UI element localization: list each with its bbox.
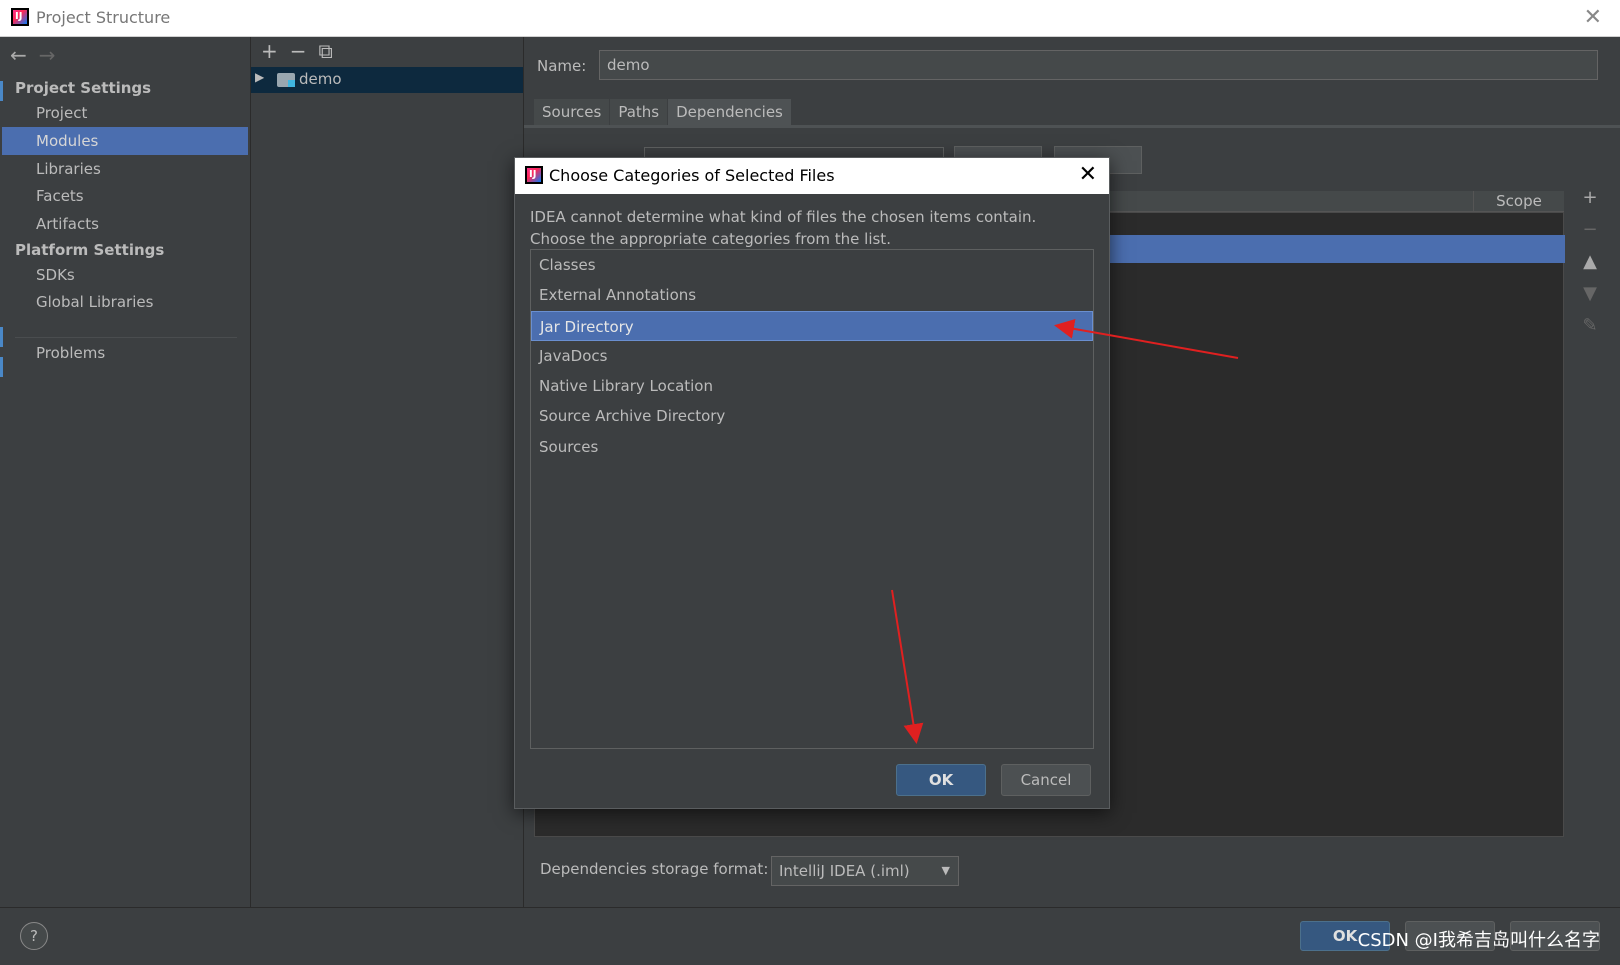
expand-triangle-icon[interactable]: ▶ [255, 70, 264, 84]
message-line: Choose the appropriate categories from t… [530, 230, 891, 248]
table-side-toolbar: + − ▲ ▼ ✎ [1580, 187, 1600, 347]
category-classes[interactable]: Classes [531, 250, 1093, 280]
dialog-ok-button[interactable]: OK [896, 764, 986, 796]
help-icon[interactable]: ? [20, 922, 48, 950]
sidebar-item-problems[interactable]: Problems [2, 339, 248, 367]
module-folder-icon [277, 73, 295, 87]
nav-history: ← → [10, 43, 68, 67]
storage-format-value: IntelliJ IDEA (.iml) [779, 862, 910, 880]
forward-arrow-icon[interactable]: → [39, 43, 56, 67]
scope-column-header[interactable]: Scope [1473, 191, 1564, 211]
group-project-settings: Project Settings [15, 79, 152, 97]
dialog-titlebar: Choose Categories of Selected Files ✕ [515, 158, 1109, 194]
add-dependency-icon[interactable]: + [1580, 187, 1600, 219]
tab-underline [524, 125, 1620, 128]
module-name-field[interactable]: demo [599, 50, 1598, 80]
sidebar-item-project[interactable]: Project [2, 99, 248, 127]
category-external-annotations[interactable]: External Annotations [531, 280, 1093, 310]
edge-stripe [0, 81, 3, 101]
move-down-icon[interactable]: ▼ [1580, 283, 1600, 315]
remove-icon[interactable]: − [290, 39, 307, 63]
category-source-archive-directory[interactable]: Source Archive Directory [531, 401, 1093, 431]
category-jar-directory[interactable]: Jar Directory [531, 311, 1093, 341]
intellij-logo-icon [11, 8, 29, 26]
window-titlebar: Project Structure ✕ [0, 0, 1620, 37]
footer-bar: ? OK CSDN @I我希吉岛叫什么名字 [0, 907, 1620, 965]
tab-dependencies[interactable]: Dependencies [668, 99, 791, 125]
dropdown-arrow-icon: ▼ [941, 864, 950, 877]
category-sources[interactable]: Sources [531, 432, 1093, 462]
dialog-close-icon[interactable]: ✕ [1079, 162, 1097, 187]
sidebar-item-libraries[interactable]: Libraries [2, 155, 248, 183]
tab-paths[interactable]: Paths [610, 99, 668, 125]
storage-format-label: Dependencies storage format: [540, 860, 769, 878]
sidebar-item-sdks[interactable]: SDKs [2, 261, 248, 289]
copy-icon[interactable]: ⧉ [319, 39, 333, 63]
window-title: Project Structure [36, 8, 171, 27]
sidebar-item-artifacts[interactable]: Artifacts [2, 210, 248, 238]
choose-categories-dialog: Choose Categories of Selected Files ✕ ID… [514, 157, 1110, 809]
remove-dependency-icon[interactable]: − [1580, 219, 1600, 251]
module-tabs: Sources Paths Dependencies [534, 99, 792, 125]
settings-nav: ← → Project Settings Project Modules Libr… [0, 37, 251, 907]
move-up-icon[interactable]: ▲ [1580, 251, 1600, 283]
tree-node-demo[interactable]: ▶ demo [251, 67, 523, 93]
sidebar-item-global-libraries[interactable]: Global Libraries [2, 288, 248, 316]
category-javadocs[interactable]: JavaDocs [531, 341, 1093, 371]
dialog-cancel-button[interactable]: Cancel [1001, 764, 1091, 796]
tab-sources[interactable]: Sources [534, 99, 610, 125]
intellij-logo-icon [525, 166, 543, 184]
nav-separator [15, 337, 237, 338]
message-line: IDEA cannot determine what kind of files… [530, 208, 1037, 226]
back-arrow-icon[interactable]: ← [10, 43, 27, 67]
tree-toolbar: + − ⧉ [261, 39, 345, 63]
group-platform-settings: Platform Settings [15, 241, 165, 259]
window-close-icon[interactable]: ✕ [1584, 5, 1602, 30]
sidebar-item-facets[interactable]: Facets [2, 182, 248, 210]
dialog-title: Choose Categories of Selected Files [549, 166, 835, 185]
edit-pencil-icon[interactable]: ✎ [1580, 315, 1600, 347]
category-list[interactable]: Classes External Annotations Jar Directo… [530, 249, 1094, 749]
name-label: Name: [537, 57, 587, 75]
category-native-library-location[interactable]: Native Library Location [531, 371, 1093, 401]
csdn-watermark: CSDN @I我希吉岛叫什么名字 [1357, 930, 1600, 951]
add-icon[interactable]: + [261, 39, 278, 63]
tree-node-label: demo [299, 70, 342, 88]
dialog-message: IDEA cannot determine what kind of files… [530, 206, 1036, 250]
module-tree-panel: + − ⧉ ▶ demo [251, 37, 524, 907]
sidebar-item-modules[interactable]: Modules [2, 127, 248, 155]
storage-format-select[interactable]: IntelliJ IDEA (.iml) ▼ [771, 856, 959, 886]
